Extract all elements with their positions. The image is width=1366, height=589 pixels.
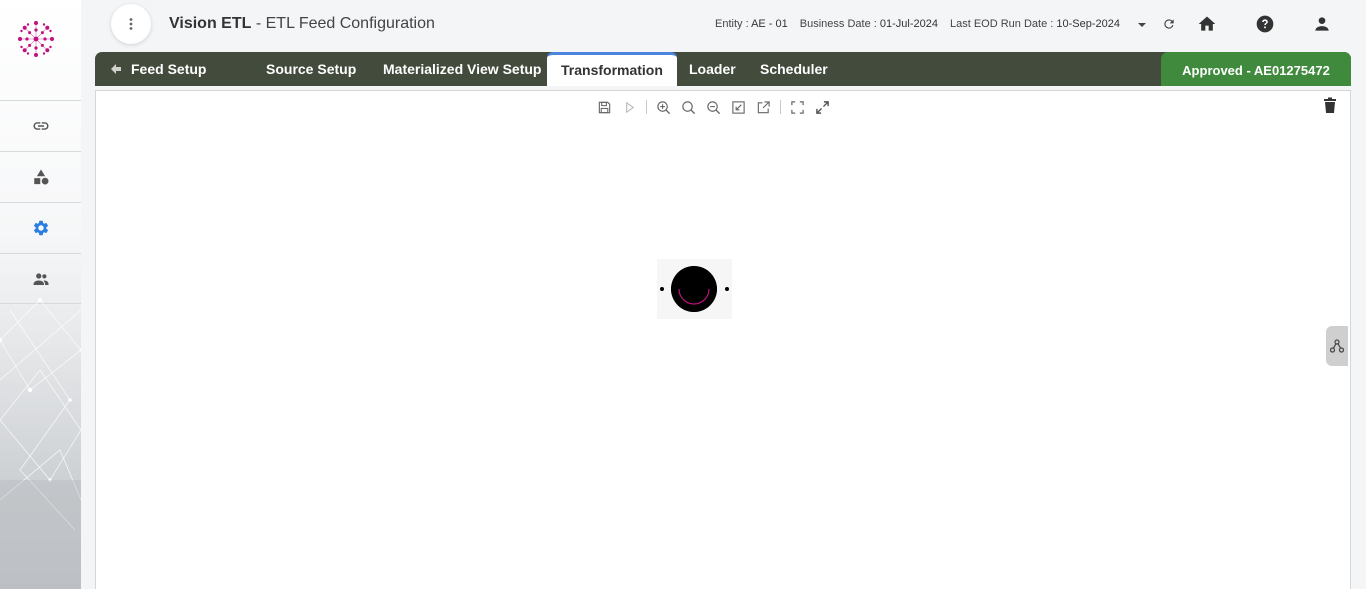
transformation-node[interactable]: [671, 266, 717, 312]
node-output-port[interactable]: [725, 287, 729, 291]
business-date-label: Business Date :: [799, 18, 877, 30]
network-icon: [1330, 339, 1344, 353]
toolbar-divider: [780, 100, 781, 114]
left-sidebar: [0, 0, 81, 589]
page-title: Vision ETL - ETL Feed Configuration: [169, 15, 435, 33]
kebab-menu-button[interactable]: [111, 4, 151, 44]
gear-icon: [33, 220, 48, 236]
page-subtitle: - ETL Feed Configuration: [255, 15, 435, 32]
node-input-port[interactable]: [660, 287, 664, 291]
shapes-icon: [33, 169, 48, 185]
back-label: Feed Setup: [131, 61, 207, 77]
entity-value: AE - 01: [751, 18, 788, 30]
toolbar-divider: [646, 100, 647, 114]
side-nav-shapes[interactable]: [0, 151, 81, 202]
trash-icon[interactable]: [1322, 97, 1338, 114]
zoom-in-icon: [657, 100, 671, 114]
top-header: Vision ETL - ETL Feed Configuration Enti…: [96, 0, 1366, 50]
tab-loader[interactable]: Loader: [689, 52, 736, 86]
save-button[interactable]: [592, 98, 617, 116]
transformation-node-container: [657, 259, 732, 319]
arrow-left-icon: [111, 64, 121, 74]
app-name: Vision ETL: [169, 15, 252, 32]
home-icon[interactable]: [1197, 14, 1217, 34]
tab-scheduler[interactable]: Scheduler: [760, 52, 828, 86]
caret-down-icon[interactable]: [1137, 20, 1147, 30]
tab-materialized-view-setup[interactable]: Materialized View Setup: [383, 52, 541, 86]
refresh-icon[interactable]: [1162, 17, 1176, 31]
link-icon: [33, 122, 48, 130]
tab-source-setup[interactable]: Source Setup: [266, 52, 356, 86]
side-nav: [0, 100, 81, 304]
open-external-button[interactable]: [751, 98, 776, 116]
approval-status-badge: Approved - AE01275472: [1161, 52, 1351, 86]
zoom-reset-icon: [682, 100, 696, 114]
user-icon[interactable]: [1312, 14, 1332, 34]
fullscreen-button[interactable]: [785, 98, 810, 116]
business-date-value: 01-Jul-2024: [879, 18, 938, 30]
canvas-toolbar: [592, 98, 835, 116]
run-icon: [626, 101, 635, 113]
help-icon[interactable]: [1255, 14, 1275, 34]
fit-icon: [732, 100, 745, 114]
open-external-icon: [757, 100, 770, 113]
zoom-in-button[interactable]: [651, 98, 676, 116]
eod-date-label: Last EOD Run Date :: [949, 18, 1054, 30]
transformation-canvas[interactable]: [95, 90, 1351, 589]
zoom-out-button[interactable]: [701, 98, 726, 116]
app-logo[interactable]: [16, 19, 56, 59]
header-info: Entity : AE - 01 Business Date : 01-Jul-…: [715, 18, 1132, 30]
config-tab-bar: Feed Setup Source Setup Materialized Vie…: [95, 52, 1351, 86]
zoom-reset-button[interactable]: [676, 98, 701, 116]
run-button[interactable]: [617, 98, 642, 116]
fullscreen-icon: [791, 100, 804, 114]
sidebar-background-graphic: [0, 298, 81, 589]
tab-transformation[interactable]: Transformation: [547, 52, 677, 86]
more-vertical-icon: [129, 18, 133, 30]
side-nav-settings[interactable]: [0, 202, 81, 253]
side-nav-link[interactable]: [0, 100, 81, 151]
back-to-feed-setup[interactable]: Feed Setup: [110, 52, 206, 86]
expand-button[interactable]: [810, 98, 835, 116]
node-palette-toggle[interactable]: [1326, 326, 1348, 366]
eod-date-value: 10-Sep-2024: [1056, 18, 1120, 30]
save-icon: [598, 101, 611, 113]
expand-icon: [816, 100, 829, 114]
zoom-out-icon: [707, 100, 721, 114]
fit-to-screen-button[interactable]: [726, 98, 751, 116]
entity-label: Entity :: [715, 18, 749, 30]
